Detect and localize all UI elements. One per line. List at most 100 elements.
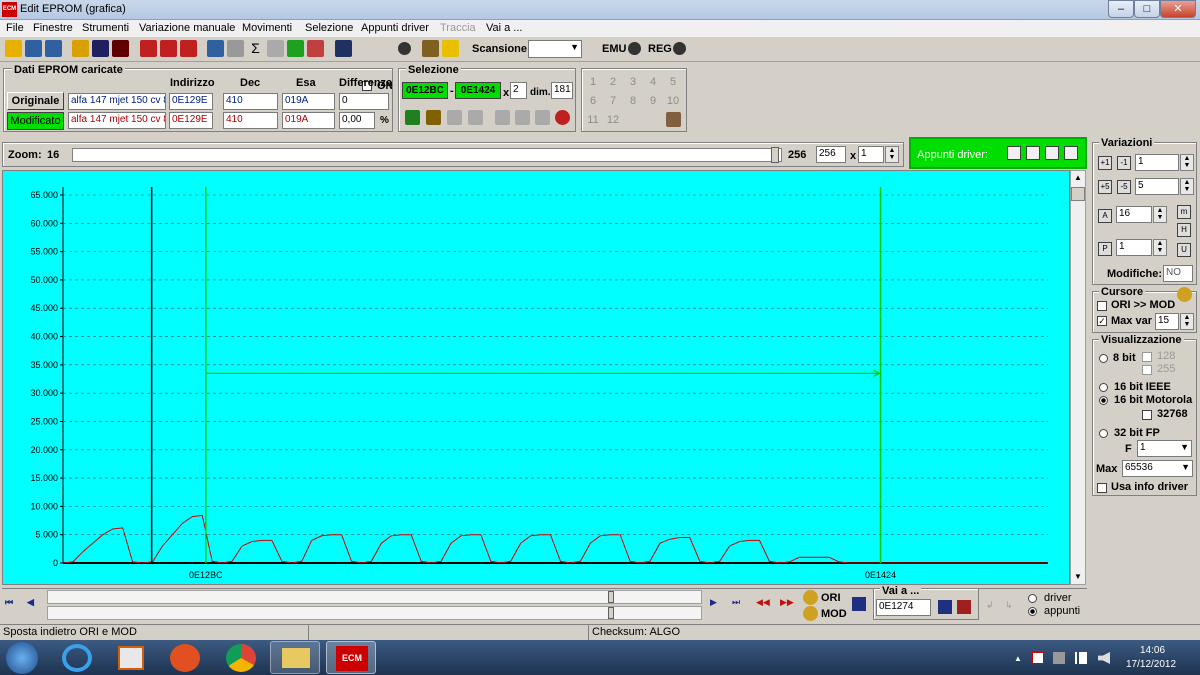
chart-area[interactable]: 65.000 60.000 55.000 50.000 45.000 40.000 35.0… (2, 170, 1070, 585)
compare-icon-bottom[interactable] (852, 597, 866, 611)
tray-device-icon[interactable] (1053, 652, 1065, 664)
numkey-4[interactable]: 4 (644, 76, 662, 88)
menu-movimenti[interactable]: Movimenti (242, 22, 292, 34)
var-plus1-icon[interactable]: +1 (1098, 156, 1112, 170)
appunti-paste-icon[interactable] (1026, 146, 1040, 160)
sum-icon[interactable]: Σ (247, 40, 264, 57)
next-icon[interactable]: ▶ (710, 597, 717, 608)
zoom-slider-thumb[interactable] (771, 147, 779, 163)
numkey-3[interactable]: 3 (624, 76, 642, 88)
menu-selezione[interactable]: Selezione (305, 22, 353, 34)
modificato-diff-field[interactable]: 0,00 (339, 112, 375, 129)
vai-a-field[interactable]: 0E1274 (876, 599, 931, 616)
chrome-icon[interactable] (226, 644, 256, 672)
var-step1-spinner[interactable]: ▲ ▼ (1180, 154, 1194, 171)
var-step2-spinner[interactable]: ▲ ▼ (1180, 178, 1194, 195)
usa-info-checkbox[interactable] (1097, 483, 1107, 493)
mod-hscroll[interactable] (47, 606, 702, 620)
minimize-button[interactable]: – (1108, 0, 1134, 18)
graph-icon[interactable] (307, 40, 324, 57)
ori-label[interactable]: ORI (821, 592, 841, 604)
numkey-5[interactable]: 5 (664, 76, 682, 88)
appunti-delete-icon[interactable] (1045, 146, 1059, 160)
home-icon[interactable] (5, 40, 22, 57)
windows-icon[interactable] (25, 40, 42, 57)
zoom-x-spinner[interactable]: ▲ ▼ (885, 146, 899, 163)
modificato-esa-field[interactable]: 019A (282, 112, 335, 129)
check-icon[interactable] (140, 40, 157, 57)
mod-label[interactable]: MOD (821, 608, 847, 620)
originale-diff-field[interactable]: 0 (339, 93, 389, 110)
print-icon[interactable] (267, 40, 284, 57)
save-icon[interactable] (92, 40, 109, 57)
var-a-icon[interactable]: A (1098, 209, 1112, 223)
radio-16bit-motorola[interactable] (1099, 396, 1108, 405)
appunti-copy-icon[interactable] (1007, 146, 1021, 160)
ie-icon[interactable] (62, 644, 92, 672)
mod-next-icon[interactable]: ▶▶ (780, 597, 794, 608)
mod-prev-icon[interactable]: ◀◀ (756, 597, 770, 608)
appunti-save-icon[interactable] (1064, 146, 1078, 160)
radio-16bit-ieee[interactable] (1099, 383, 1108, 392)
var-minus5-icon[interactable]: -5 (1117, 180, 1131, 194)
vscroll-thumb[interactable] (1071, 187, 1085, 201)
media-player-icon[interactable] (118, 646, 144, 670)
var-m-icon[interactable]: m (1177, 205, 1191, 219)
menu-file[interactable]: File (6, 22, 24, 34)
vscroll-up-icon[interactable]: ▲ (1071, 171, 1085, 185)
var-plus5-icon[interactable]: +5 (1098, 180, 1112, 194)
blocked-app-icon[interactable] (170, 644, 200, 672)
chart-vscroll[interactable]: ▲ ▼ (1070, 170, 1086, 585)
numkey-8[interactable]: 8 (624, 95, 642, 107)
var-p-spinner[interactable]: ▲ ▼ (1153, 239, 1167, 256)
ori-hscroll-thumb[interactable] (608, 591, 614, 603)
driver-prev-icon[interactable]: ↲ (986, 600, 1000, 614)
window-mode-icon[interactable] (335, 40, 352, 57)
var-step1-field[interactable]: 1 (1135, 154, 1179, 171)
originale-esa-field[interactable]: 019A (282, 93, 335, 110)
var-a-spinner[interactable]: ▲ ▼ (1153, 206, 1167, 223)
first-icon[interactable]: ⏮ (5, 597, 21, 611)
sel-h1-icon[interactable] (447, 110, 462, 125)
sel-t1-icon[interactable] (495, 110, 510, 125)
var-p-icon[interactable]: P (1098, 242, 1112, 256)
menu-variazione-manuale[interactable]: Variazione manuale (139, 22, 235, 34)
var-a-field[interactable]: 16 (1116, 206, 1152, 223)
zoom-x-field[interactable]: 1 (858, 146, 884, 163)
vai-mod-icon[interactable] (957, 600, 971, 614)
tray-network-icon[interactable] (1075, 652, 1087, 664)
reg-gear-icon[interactable] (673, 42, 686, 55)
check-32768[interactable] (1142, 410, 1152, 420)
clock-time[interactable]: 14:06 (1140, 645, 1165, 656)
menu-finestre[interactable]: Finestre (33, 22, 73, 34)
numkey-11[interactable]: 11 (584, 114, 602, 126)
sel-x-field[interactable]: 2 (510, 82, 527, 99)
sel-t2-icon[interactable] (515, 110, 530, 125)
radio-appunti[interactable] (1028, 607, 1037, 616)
sel-dim-field[interactable]: 181 (551, 82, 573, 99)
close-button[interactable]: ✕ (1160, 0, 1196, 18)
numkey-12[interactable]: 12 (604, 114, 622, 126)
max-var-checkbox[interactable]: ✓ (1097, 316, 1107, 326)
zoom-value-field[interactable]: 256 (816, 146, 846, 163)
var-minus1-icon[interactable]: -1 (1117, 156, 1131, 170)
max-var-spinner[interactable]: ▲ ▼ (1180, 313, 1194, 330)
emu-gear-icon[interactable] (628, 42, 641, 55)
modificato-button[interactable]: Modificato (7, 112, 64, 130)
mod-lock-icon[interactable] (803, 606, 818, 621)
originale-addr-field[interactable]: 0E129E (169, 93, 213, 110)
radio-8bit[interactable] (1099, 354, 1108, 363)
modificato-dec-field[interactable]: 410 (223, 112, 278, 129)
sel-u-icon[interactable] (405, 110, 420, 125)
radio-driver[interactable] (1028, 594, 1037, 603)
table-icon[interactable] (180, 40, 197, 57)
originale-dec-field[interactable]: 410 (223, 93, 278, 110)
ori-mod-checkbox[interactable] (1097, 301, 1107, 311)
on-gear-icon[interactable] (398, 42, 411, 55)
runner-icon[interactable] (442, 40, 459, 57)
prev-icon[interactable]: ◀ (27, 597, 43, 611)
calculator-icon[interactable] (207, 40, 224, 57)
lock-icon[interactable] (422, 40, 439, 57)
sel-to-field[interactable]: 0E1424 (455, 82, 501, 99)
menu-vai-a[interactable]: Vai a ... (486, 22, 522, 34)
